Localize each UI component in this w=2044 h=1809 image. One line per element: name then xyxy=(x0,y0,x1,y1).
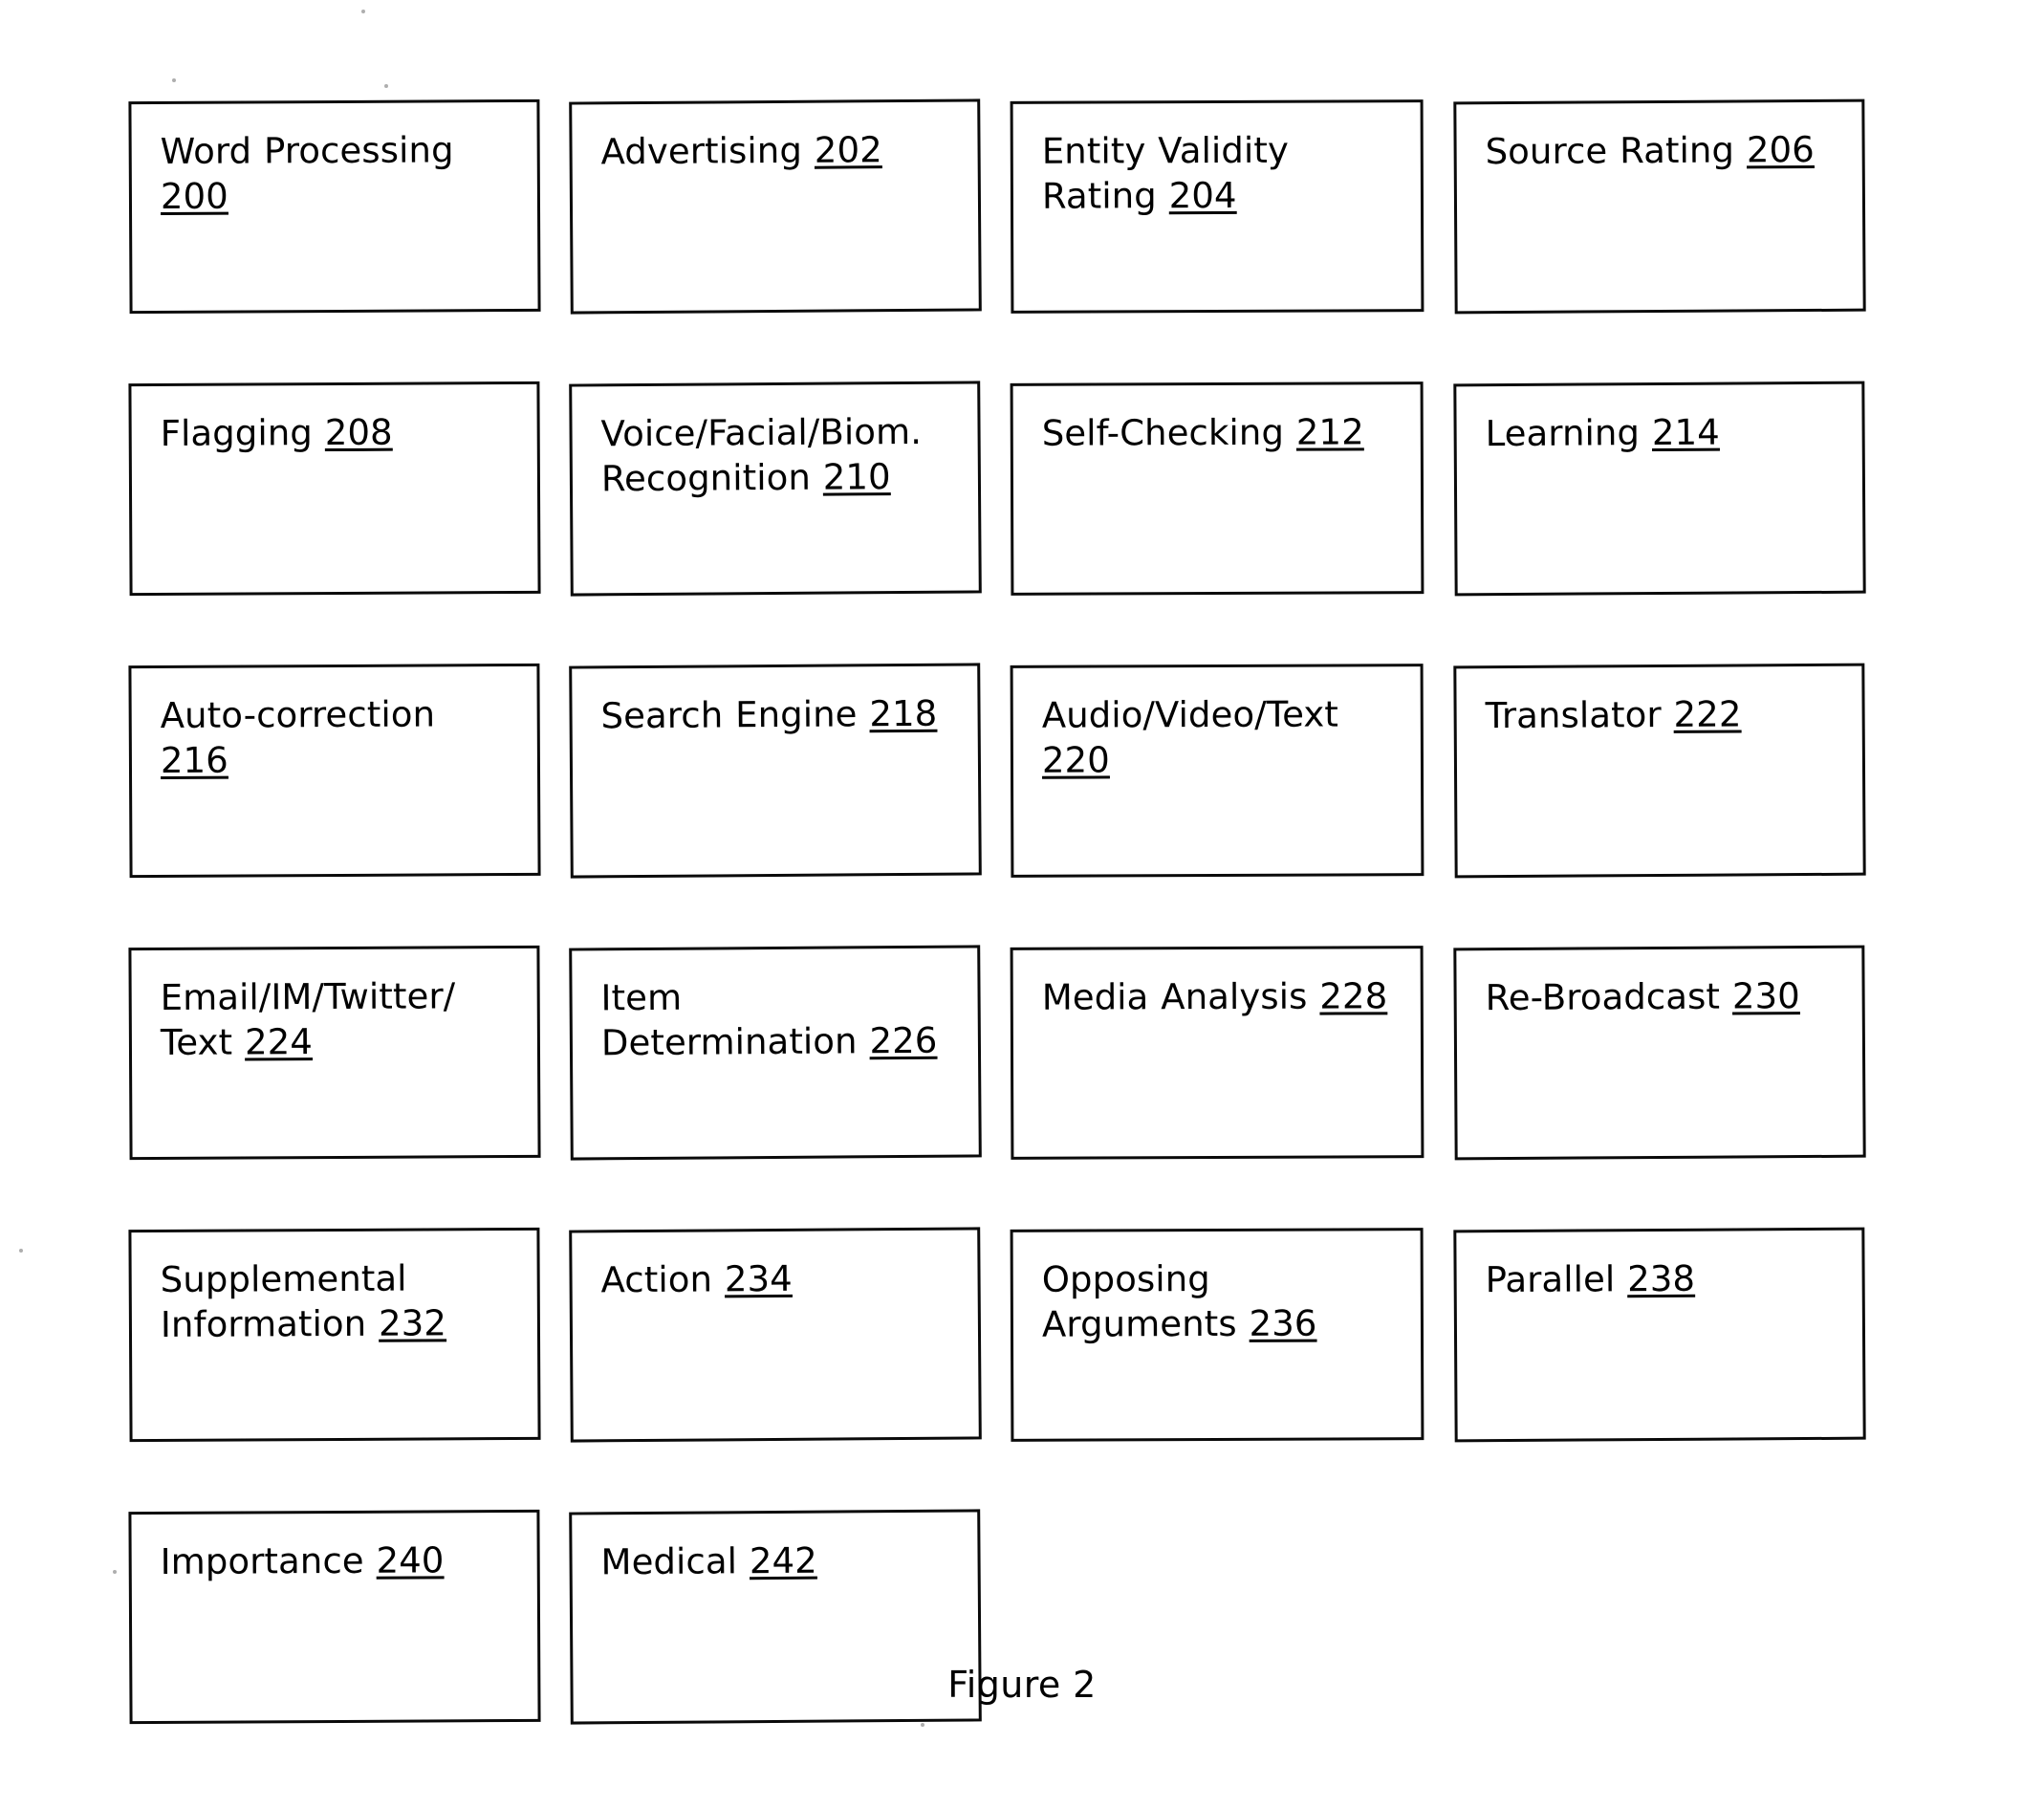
reference-numeral-238: 238 xyxy=(1626,1257,1696,1300)
module-box-218[interactable]: Search Engine 218 xyxy=(569,663,982,879)
scan-speck xyxy=(361,10,365,13)
module-box-label-208: Flagging 208 xyxy=(160,411,393,454)
reference-numeral-206: 206 xyxy=(1746,128,1815,171)
module-box-label-212: Self-Checking 212 xyxy=(1041,411,1364,454)
module-box-cell-210: Voice/Facial/Biom. Recognition 210 xyxy=(569,381,982,597)
module-box-cell-214: Learning 214 xyxy=(1453,381,1866,597)
module-box-label-210: Voice/Facial/Biom. Recognition 210 xyxy=(600,410,923,500)
reference-numeral-200: 200 xyxy=(160,175,228,218)
module-box-222[interactable]: Translator 222 xyxy=(1453,663,1866,879)
reference-numeral-234: 234 xyxy=(724,1257,793,1300)
reference-numeral-212: 212 xyxy=(1295,411,1364,453)
module-box-204[interactable]: Entity Validity Rating 204 xyxy=(1010,99,1424,314)
module-box-cell-236: Opposing Arguments 236 xyxy=(1010,1228,1424,1442)
scan-speck xyxy=(19,1249,23,1253)
reference-numeral-220: 220 xyxy=(1041,739,1110,782)
module-box-216[interactable]: Auto-correction 216 xyxy=(128,663,541,879)
scan-speck xyxy=(172,78,176,82)
scan-speck xyxy=(384,84,388,88)
module-box-cell-208: Flagging 208 xyxy=(128,381,541,597)
reference-numeral-202: 202 xyxy=(814,129,882,171)
module-box-label-232: Supplemental Information 232 xyxy=(160,1257,447,1346)
module-box-226[interactable]: Item Determination 226 xyxy=(569,945,982,1161)
module-box-228[interactable]: Media Analysis 228 xyxy=(1010,946,1424,1160)
reference-numeral-230: 230 xyxy=(1731,975,1800,1017)
module-box-cell-222: Translator 222 xyxy=(1453,663,1866,879)
patent-figure-sheet: Word Processing 200 Advertising 202 Entity … xyxy=(0,0,2044,1809)
module-box-214[interactable]: Learning 214 xyxy=(1453,381,1866,597)
module-box-224[interactable]: Email/IM/Twitter/Text 224 xyxy=(128,945,541,1161)
module-box-label-222: Translator 222 xyxy=(1485,693,1742,737)
module-box-cell-234: Action 234 xyxy=(569,1227,982,1443)
reference-numeral-232: 232 xyxy=(378,1302,447,1345)
module-box-210[interactable]: Voice/Facial/Biom. Recognition 210 xyxy=(569,381,982,597)
module-box-label-220: Audio/Video/Text 220 xyxy=(1041,693,1339,782)
reference-numeral-228: 228 xyxy=(1319,975,1388,1017)
module-box-label-234: Action 234 xyxy=(600,1257,793,1301)
reference-numeral-218: 218 xyxy=(869,692,938,735)
module-box-label-224: Email/IM/Twitter/Text 224 xyxy=(160,975,456,1064)
module-box-cell-226: Item Determination 226 xyxy=(569,945,982,1161)
module-box-cell-202: Advertising 202 xyxy=(569,98,982,315)
module-box-cell-212: Self-Checking 212 xyxy=(1010,381,1424,596)
module-box-cell-218: Search Engine 218 xyxy=(569,663,982,879)
module-box-cell-228: Media Analysis 228 xyxy=(1010,946,1424,1160)
module-box-label-200: Word Processing 200 xyxy=(160,129,454,218)
module-box-label-216: Auto-correction 216 xyxy=(160,693,436,782)
module-box-200[interactable]: Word Processing 200 xyxy=(128,98,541,315)
module-box-label-238: Parallel 238 xyxy=(1485,1257,1696,1301)
module-box-row: Auto-correction 216 Search Engine 218 Audio… xyxy=(128,663,1879,879)
module-box-row: Word Processing 200 Advertising 202 Entity … xyxy=(128,98,1879,315)
module-box-232[interactable]: Supplemental Information 232 xyxy=(128,1227,541,1443)
module-box-238[interactable]: Parallel 238 xyxy=(1453,1227,1866,1443)
module-box-row: Flagging 208 Voice/Facial/Biom. Recognitio… xyxy=(128,381,1879,597)
module-box-230[interactable]: Re-Broadcast 230 xyxy=(1453,945,1866,1161)
module-box-label-230: Re-Broadcast 230 xyxy=(1485,975,1800,1019)
reference-numeral-242: 242 xyxy=(749,1539,817,1582)
module-box-202[interactable]: Advertising 202 xyxy=(569,98,982,315)
module-box-cell-204: Entity Validity Rating 204 xyxy=(1010,99,1424,314)
reference-numeral-204: 204 xyxy=(1168,175,1237,217)
reference-numeral-224: 224 xyxy=(244,1021,314,1063)
reference-numeral-208: 208 xyxy=(324,411,393,454)
module-box-label-204: Entity Validity Rating 204 xyxy=(1041,129,1289,218)
figure-caption: Figure 2 xyxy=(947,1664,1097,1706)
module-box-label-242: Medical 242 xyxy=(600,1539,817,1583)
module-box-grid: Word Processing 200 Advertising 202 Entity … xyxy=(128,98,1879,1793)
reference-numeral-226: 226 xyxy=(869,1020,938,1062)
reference-numeral-240: 240 xyxy=(376,1539,445,1581)
module-box-cell-216: Auto-correction 216 xyxy=(128,663,541,879)
module-box-220[interactable]: Audio/Video/Text 220 xyxy=(1010,664,1424,878)
reference-numeral-236: 236 xyxy=(1249,1302,1317,1345)
module-box-label-240: Importance 240 xyxy=(160,1539,445,1582)
module-box-label-228: Media Analysis 228 xyxy=(1041,975,1388,1018)
module-box-cell-224: Email/IM/Twitter/Text 224 xyxy=(128,945,541,1161)
reference-numeral-222: 222 xyxy=(1673,693,1742,735)
reference-numeral-210: 210 xyxy=(822,456,891,498)
module-box-label-206: Source Rating 206 xyxy=(1485,128,1815,173)
module-box-cell-206: Source Rating 206 xyxy=(1453,98,1866,315)
module-box-cell-230: Re-Broadcast 230 xyxy=(1453,945,1866,1161)
module-box-206[interactable]: Source Rating 206 xyxy=(1453,98,1866,315)
module-box-row: Email/IM/Twitter/Text 224 Item Determinati… xyxy=(128,945,1879,1161)
module-box-label-226: Item Determination 226 xyxy=(600,976,938,1064)
scan-speck xyxy=(113,1570,117,1574)
module-box-212[interactable]: Self-Checking 212 xyxy=(1010,381,1424,596)
module-box-234[interactable]: Action 234 xyxy=(569,1227,982,1443)
module-box-row: Supplemental Information 232 Action 234 Opp… xyxy=(128,1227,1879,1443)
module-box-cell-232: Supplemental Information 232 xyxy=(128,1227,541,1443)
module-box-cell-238: Parallel 238 xyxy=(1453,1227,1866,1443)
module-box-208[interactable]: Flagging 208 xyxy=(128,381,541,597)
module-box-cell-200: Word Processing 200 xyxy=(128,98,541,315)
module-box-label-236: Opposing Arguments 236 xyxy=(1041,1258,1317,1346)
reference-numeral-216: 216 xyxy=(160,739,228,782)
module-box-label-214: Learning 214 xyxy=(1485,411,1720,455)
reference-numeral-214: 214 xyxy=(1651,411,1720,454)
module-box-236[interactable]: Opposing Arguments 236 xyxy=(1010,1228,1424,1442)
module-box-label-202: Advertising 202 xyxy=(600,129,882,173)
module-box-label-218: Search Engine 218 xyxy=(600,692,938,737)
module-box-cell-220: Audio/Video/Text 220 xyxy=(1010,664,1424,878)
